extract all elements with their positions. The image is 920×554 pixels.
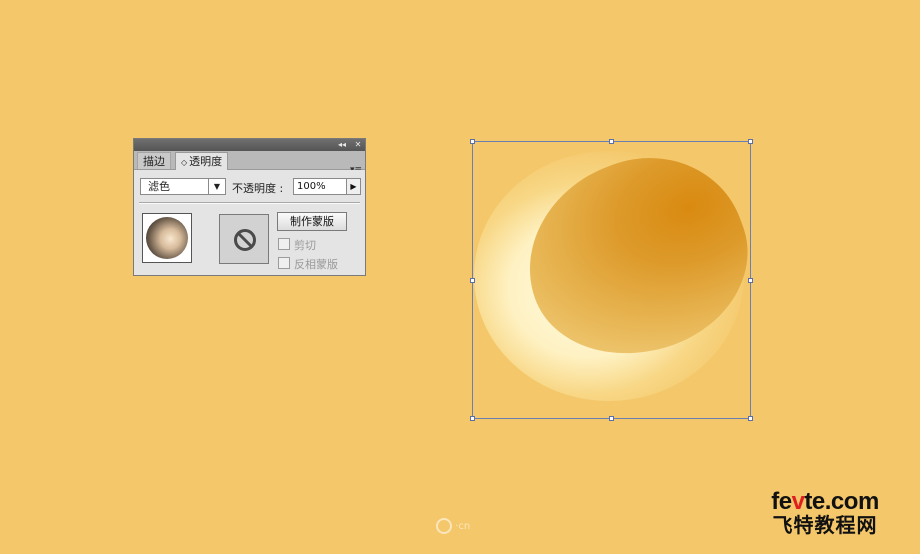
blend-mode-select[interactable]: 滤色 ▼ (140, 178, 226, 195)
clip-label: 剪切 (294, 239, 316, 252)
selection-bounding-box (472, 141, 751, 419)
opacity-slider-button[interactable]: ▶ (346, 178, 361, 195)
site-url: fevte.com (740, 490, 910, 514)
blend-mode-value: 滤色 (148, 180, 170, 193)
site-logo: fevte.com 飞特教程网 (740, 490, 910, 537)
invert-mask-checkbox[interactable] (278, 257, 290, 269)
collapse-icon[interactable]: ◂◂ (336, 139, 348, 151)
panel-body: 滤色 ▼ 不透明度 : 100% ▶ 制作蒙版 剪切 反相蒙版 (134, 170, 365, 275)
object-thumbnail[interactable] (142, 213, 192, 263)
tab-stroke-label: 描边 (143, 155, 165, 168)
divider (139, 202, 360, 204)
close-icon[interactable]: ✕ (352, 139, 364, 151)
tab-transparency-label: 透明度 (189, 155, 223, 168)
watermark-logo-icon (436, 518, 452, 534)
panel-titlebar[interactable]: ◂◂ ✕ (134, 139, 365, 151)
site-url-part: fe (771, 488, 792, 515)
resize-handle-top-left[interactable] (470, 139, 475, 144)
make-mask-button[interactable]: 制作蒙版 (277, 212, 347, 231)
tab-stroke[interactable]: 描边 (137, 152, 171, 169)
invert-mask-label: 反相蒙版 (294, 258, 338, 271)
tab-options-icon: ◇ (181, 158, 188, 167)
site-url-accent: v (791, 488, 805, 515)
resize-handle-right[interactable] (748, 278, 753, 283)
watermark-text: ·cn (455, 521, 471, 532)
artwork-group[interactable] (470, 130, 773, 421)
opacity-value: 100% (297, 181, 326, 192)
opacity-input[interactable]: 100% (293, 178, 347, 195)
clip-checkbox[interactable] (278, 238, 290, 250)
clip-checkbox-row[interactable]: 剪切 (278, 237, 316, 253)
resize-handle-top-right[interactable] (748, 139, 753, 144)
no-mask-icon (234, 229, 256, 251)
site-url-part: te.com (804, 488, 879, 515)
resize-handle-bottom-right[interactable] (748, 416, 753, 421)
resize-handle-bottom-left[interactable] (470, 416, 475, 421)
gradient-ball-preview (146, 217, 188, 259)
resize-handle-bottom[interactable] (609, 416, 614, 421)
site-name: 飞特教程网 (772, 515, 878, 537)
invert-mask-checkbox-row[interactable]: 反相蒙版 (278, 256, 338, 272)
tab-transparency[interactable]: ◇ 透明度 (175, 152, 229, 170)
panel-tabs: 描边 ◇透明度 ▾≡ (134, 151, 365, 175)
watermark: ·cn (436, 518, 470, 534)
chevron-down-icon[interactable]: ▼ (208, 179, 225, 194)
transparency-panel: ◂◂ ✕ 描边 ◇透明度 ▾≡ 滤色 ▼ 不透明度 : 100% ▶ (133, 138, 366, 276)
play-arrow-icon: ▶ (350, 182, 357, 191)
resize-handle-left[interactable] (470, 278, 475, 283)
resize-handle-top[interactable] (609, 139, 614, 144)
mask-thumbnail[interactable] (219, 214, 269, 264)
opacity-label: 不透明度 : (232, 182, 284, 195)
